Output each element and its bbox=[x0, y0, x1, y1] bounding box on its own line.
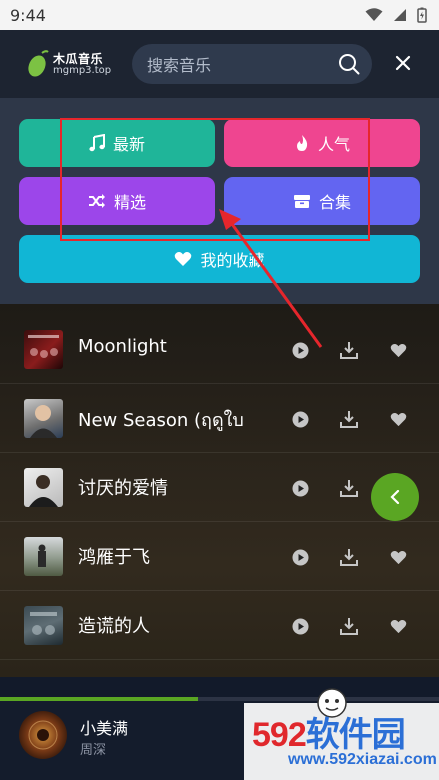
download-icon bbox=[340, 411, 358, 428]
close-icon bbox=[395, 55, 411, 71]
search-icon[interactable] bbox=[338, 53, 360, 75]
battery-icon bbox=[417, 7, 427, 23]
play-button[interactable] bbox=[291, 548, 309, 566]
chevron-left-icon bbox=[390, 490, 400, 504]
play-icon bbox=[292, 549, 308, 565]
player-artist: 周深 bbox=[80, 743, 107, 758]
play-button[interactable] bbox=[291, 410, 309, 428]
album-cover bbox=[24, 537, 63, 576]
brand-domain: mgmp3.top bbox=[53, 65, 112, 76]
song-row[interactable]: New Season (ฤดูใบ bbox=[0, 384, 439, 453]
category-pick-label: 精选 bbox=[113, 193, 146, 212]
close-button[interactable] bbox=[390, 50, 416, 76]
play-button[interactable] bbox=[291, 617, 309, 635]
song-title: New Season (ฤดูใบ bbox=[78, 410, 244, 431]
cover-art-icon bbox=[28, 335, 59, 358]
heart-icon bbox=[390, 619, 406, 633]
play-icon bbox=[292, 411, 308, 427]
wifi-icon bbox=[365, 8, 383, 21]
flame-icon bbox=[296, 135, 308, 151]
signal-icon bbox=[394, 9, 406, 21]
cover-art-icon bbox=[30, 612, 57, 635]
category-hot-label: 人气 bbox=[317, 135, 350, 154]
download-button[interactable] bbox=[340, 548, 358, 566]
favorite-button[interactable] bbox=[389, 548, 407, 566]
player-avatar bbox=[19, 711, 67, 759]
status-icons bbox=[365, 7, 427, 23]
download-button[interactable] bbox=[340, 479, 358, 497]
album-cover bbox=[24, 606, 63, 645]
app-header: 木瓜音乐 mgmp3.top 搜索音乐 bbox=[0, 30, 439, 98]
watermark-number: 592 bbox=[252, 716, 307, 754]
app-logo[interactable]: 木瓜音乐 mgmp3.top bbox=[26, 48, 111, 80]
song-title: 造谎的人 bbox=[78, 616, 150, 637]
category-panel: 最新 人气 精选 合集 我的收藏 bbox=[0, 98, 439, 304]
download-button[interactable] bbox=[340, 410, 358, 428]
song-row[interactable]: Moonlight bbox=[0, 315, 439, 384]
download-button[interactable] bbox=[340, 341, 358, 359]
favorites-label: 我的收藏 bbox=[200, 251, 265, 270]
favorites-button[interactable]: 我的收藏 bbox=[19, 235, 420, 283]
play-button[interactable] bbox=[291, 479, 309, 497]
site-watermark: 592软件园 www.592xiazai.com bbox=[244, 688, 439, 780]
status-bar: 9:44 bbox=[0, 0, 439, 30]
play-icon bbox=[292, 480, 308, 496]
side-toggle-button[interactable] bbox=[371, 473, 419, 521]
download-icon bbox=[340, 618, 358, 635]
box-icon bbox=[293, 195, 310, 208]
album-cover bbox=[24, 399, 63, 438]
category-new-label: 最新 bbox=[112, 135, 145, 154]
bottom-band bbox=[0, 677, 439, 699]
play-icon bbox=[292, 342, 308, 358]
heart-icon bbox=[390, 343, 406, 357]
favorite-button[interactable] bbox=[389, 617, 407, 635]
music-note-icon bbox=[89, 134, 105, 152]
play-icon bbox=[292, 618, 308, 634]
category-hot-button[interactable]: 人气 bbox=[224, 119, 420, 167]
shuffle-icon bbox=[88, 194, 105, 208]
heart-icon bbox=[175, 252, 192, 266]
papaya-logo-icon bbox=[28, 50, 49, 77]
status-time: 9:44 bbox=[10, 5, 46, 25]
category-collection-button[interactable]: 合集 bbox=[224, 177, 420, 225]
cover-art-icon bbox=[30, 405, 57, 438]
download-icon bbox=[340, 549, 358, 566]
watermark-title: 592软件园 bbox=[252, 707, 406, 756]
song-row[interactable]: 造谎的人 bbox=[0, 591, 439, 660]
heart-icon bbox=[390, 412, 406, 426]
play-button[interactable] bbox=[291, 341, 309, 359]
watermark-text: 软件园 bbox=[305, 716, 406, 754]
search-input[interactable]: 搜索音乐 bbox=[147, 52, 338, 76]
song-row[interactable]: 鸿雁于飞 bbox=[0, 522, 439, 591]
album-art-icon bbox=[28, 720, 58, 750]
cover-art-icon bbox=[38, 544, 46, 567]
cover-art-icon bbox=[29, 475, 58, 507]
album-cover bbox=[24, 330, 63, 369]
category-new-button[interactable]: 最新 bbox=[19, 119, 215, 167]
category-collection-label: 合集 bbox=[318, 193, 351, 212]
heart-icon bbox=[390, 550, 406, 564]
player-song-title: 小美满 bbox=[80, 719, 129, 738]
favorite-button[interactable] bbox=[389, 341, 407, 359]
song-title: 鸿雁于飞 bbox=[78, 547, 150, 568]
song-title: 讨厌的爱情 bbox=[78, 478, 168, 499]
album-cover bbox=[24, 468, 63, 507]
download-icon bbox=[340, 480, 358, 497]
watermark-url: www.592xiazai.com bbox=[288, 751, 437, 768]
download-button[interactable] bbox=[340, 617, 358, 635]
download-icon bbox=[340, 342, 358, 359]
song-title: Moonlight bbox=[78, 336, 167, 357]
category-pick-button[interactable]: 精选 bbox=[19, 177, 215, 225]
search-bar[interactable]: 搜索音乐 bbox=[132, 44, 372, 84]
favorite-button[interactable] bbox=[389, 410, 407, 428]
